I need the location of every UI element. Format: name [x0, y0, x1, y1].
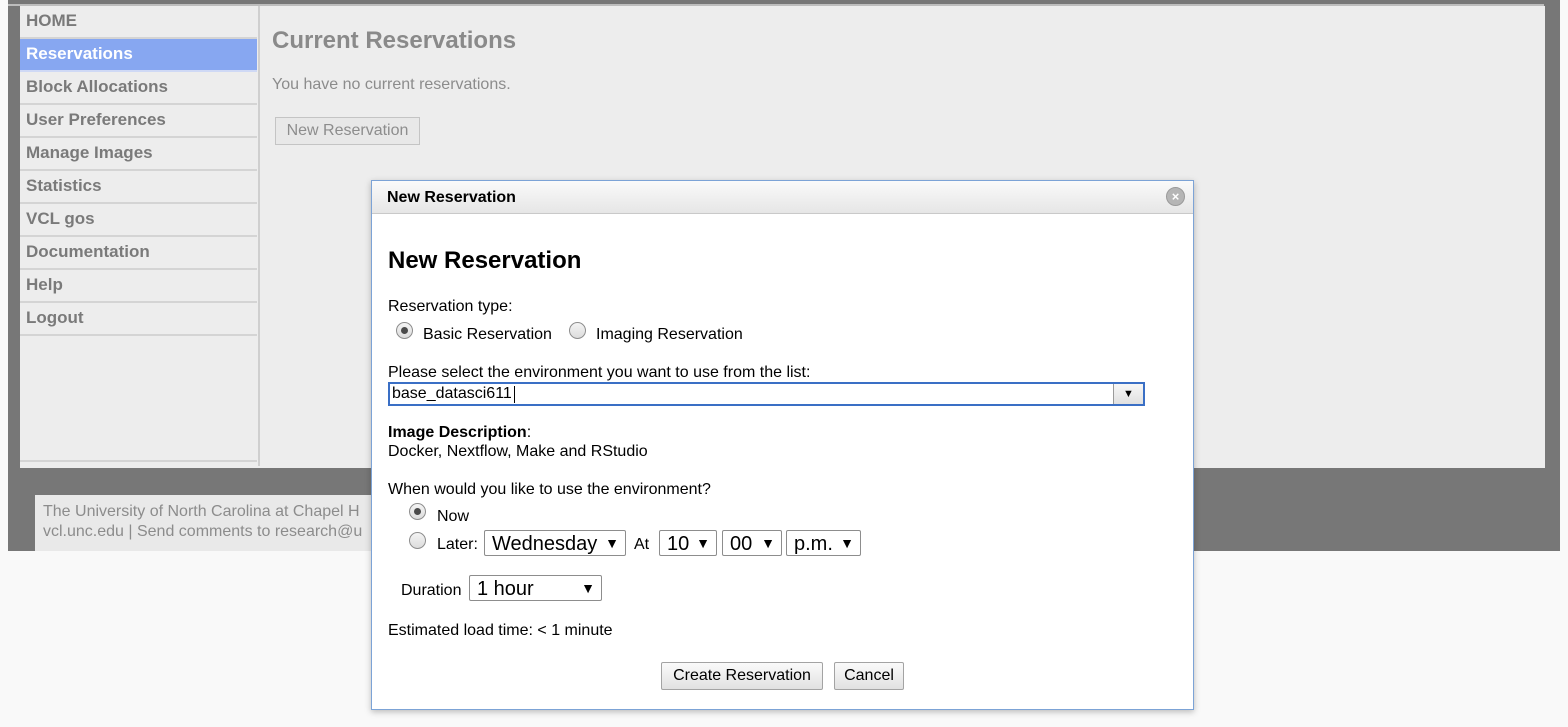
environment-combobox[interactable]: base_datasci611 ▼	[388, 382, 1145, 406]
when-label: When would you like to use the environme…	[388, 481, 711, 498]
now-radio[interactable]	[409, 503, 426, 520]
create-reservation-button[interactable]: Create Reservation	[661, 662, 823, 690]
cancel-button[interactable]: Cancel	[834, 662, 904, 690]
minute-select-value: 00	[730, 533, 753, 555]
sidebar-item-reservations[interactable]: Reservations	[20, 39, 257, 72]
later-label[interactable]: Later:	[437, 536, 478, 554]
footer: The University of North Carolina at Chap…	[35, 495, 375, 551]
sidebar-item-logout[interactable]: Logout	[20, 303, 257, 336]
sidebar-item-vcl-gos[interactable]: VCL gos	[20, 204, 257, 237]
chevron-down-icon: ▼	[605, 535, 619, 551]
hour-select[interactable]: 10 ▼	[659, 530, 717, 556]
chevron-down-icon: ▼	[761, 535, 775, 551]
sidebar-divider	[20, 460, 257, 462]
footer-comments-text: | Send comments to research@u	[123, 523, 363, 540]
hour-select-value: 10	[667, 533, 690, 555]
sidebar-item-help[interactable]: Help	[20, 270, 257, 303]
image-description-text: Docker, Nextflow, Make and RStudio	[388, 443, 648, 460]
environment-input[interactable]: base_datasci611	[392, 385, 512, 403]
duration-select[interactable]: 1 hour ▼	[469, 575, 602, 601]
image-description-label: Image Description	[388, 424, 527, 441]
new-reservation-button[interactable]: New Reservation	[275, 117, 420, 145]
ampm-select-value: p.m.	[794, 533, 833, 555]
basic-reservation-label[interactable]: Basic Reservation	[423, 326, 552, 344]
duration-label: Duration	[401, 582, 462, 599]
estimated-load-time: Estimated load time: < 1 minute	[388, 622, 613, 639]
chevron-down-icon: ▼	[581, 580, 595, 596]
dialog-title: New Reservation	[387, 189, 516, 206]
later-radio[interactable]	[409, 532, 426, 549]
minute-select[interactable]: 00 ▼	[722, 530, 782, 556]
page-title: Current Reservations	[272, 27, 517, 54]
dialog-titlebar[interactable]: New Reservation ×	[372, 181, 1193, 214]
dialog-heading: New Reservation	[388, 247, 582, 274]
no-reservations-message: You have no current reservations.	[272, 76, 511, 93]
text-cursor	[514, 386, 515, 403]
environment-label: Please select the environment you want t…	[388, 364, 811, 381]
duration-select-value: 1 hour	[477, 578, 534, 600]
image-description: Image Description:	[388, 424, 531, 442]
imaging-reservation-radio[interactable]	[569, 322, 586, 339]
day-select-value: Wednesday	[492, 533, 598, 555]
close-icon[interactable]: ×	[1166, 187, 1185, 206]
day-select[interactable]: Wednesday ▼	[484, 530, 626, 556]
sidebar-item-user-preferences[interactable]: User Preferences	[20, 105, 257, 138]
footer-contact: vcl.unc.edu | Send comments to research@…	[43, 522, 375, 542]
at-label: At	[634, 536, 650, 553]
sidebar-item-home[interactable]: HOME	[20, 6, 257, 39]
new-reservation-dialog: New Reservation × New Reservation Reserv…	[371, 180, 1194, 710]
chevron-down-icon[interactable]: ▼	[1113, 384, 1143, 404]
footer-university: The University of North Carolina at Chap…	[43, 503, 360, 520]
footer-site-link[interactable]: vcl.unc.edu	[43, 523, 124, 540]
ampm-select[interactable]: p.m. ▼	[786, 530, 861, 556]
imaging-reservation-label[interactable]: Imaging Reservation	[596, 326, 743, 344]
reservation-type-label: Reservation type:	[388, 298, 513, 315]
sidebar-item-statistics[interactable]: Statistics	[20, 171, 257, 204]
now-label[interactable]: Now	[437, 508, 469, 526]
sidebar-item-block-allocations[interactable]: Block Allocations	[20, 72, 257, 105]
chevron-down-icon: ▼	[696, 535, 710, 551]
basic-reservation-radio[interactable]	[396, 322, 413, 339]
chevron-down-icon: ▼	[840, 535, 854, 551]
image-description-colon: :	[526, 424, 532, 441]
sidebar: HOME Reservations Block Allocations User…	[20, 6, 260, 466]
sidebar-item-manage-images[interactable]: Manage Images	[20, 138, 257, 171]
sidebar-item-documentation[interactable]: Documentation	[20, 237, 257, 270]
